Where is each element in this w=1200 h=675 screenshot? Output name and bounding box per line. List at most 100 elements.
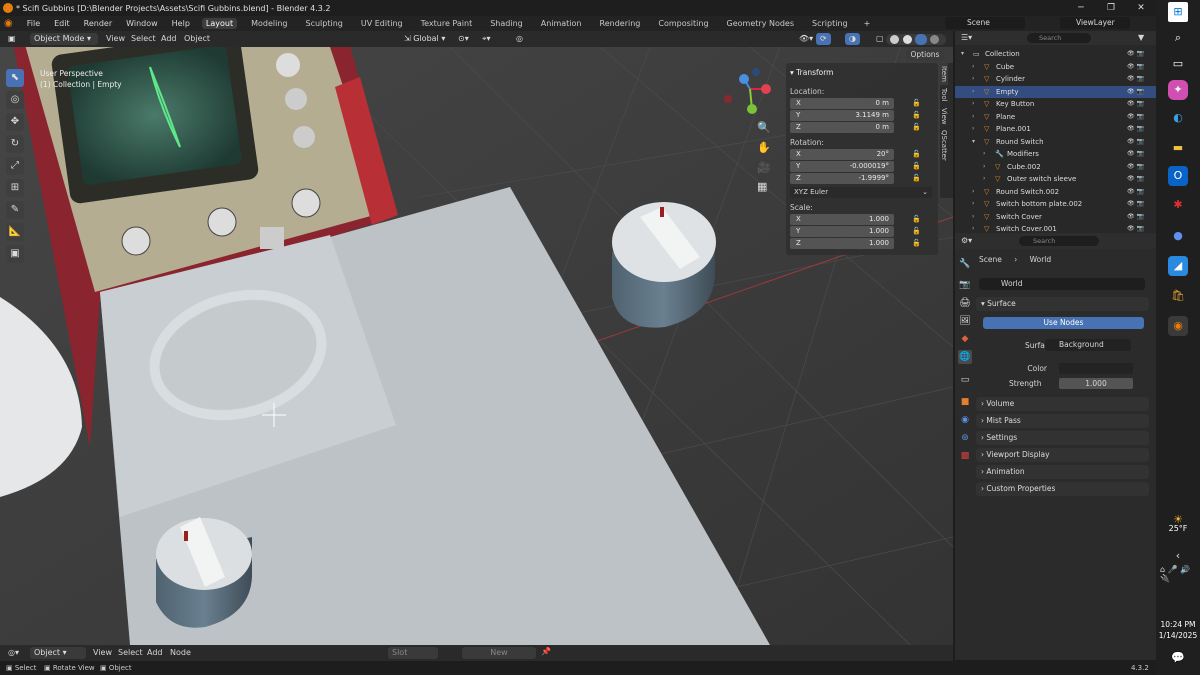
- outliner-editor-icon[interactable]: ☰▾: [961, 33, 972, 42]
- scale-x-field[interactable]: X 1.000: [790, 214, 894, 225]
- visibility-toggle-icon[interactable]: 👁 📷: [1127, 211, 1144, 223]
- expand-arrow-icon[interactable]: ›: [983, 173, 985, 185]
- app-icon[interactable]: ✱: [1168, 195, 1188, 215]
- expand-arrow-icon[interactable]: ›: [972, 186, 974, 198]
- tab-tool[interactable]: Tool: [940, 85, 948, 105]
- scene-tab-icon[interactable]: ◆: [958, 332, 972, 346]
- collection-tab-icon[interactable]: ▭: [958, 373, 972, 387]
- menu-add[interactable]: Add: [147, 648, 163, 657]
- expand-arrow-icon[interactable]: ›: [972, 211, 974, 223]
- lock-icon[interactable]: 🔓: [912, 162, 921, 170]
- expand-arrow-icon[interactable]: ›: [972, 86, 974, 98]
- outliner-row[interactable]: ▾ ▽ Round Switch 👁 📷: [955, 136, 1156, 148]
- expand-arrow-icon[interactable]: ▾: [972, 136, 975, 148]
- gizmo-toggle-icon[interactable]: ⟳: [816, 33, 831, 45]
- expand-arrow-icon[interactable]: ▾: [961, 48, 964, 60]
- use-nodes-button[interactable]: Use Nodes: [983, 317, 1144, 329]
- visibility-toggle-icon[interactable]: 👁 📷: [1127, 98, 1144, 110]
- outliner-row[interactable]: › ▽ Cube.002 👁 📷: [955, 161, 1156, 173]
- lock-icon[interactable]: 🔓: [912, 99, 921, 107]
- edge-icon[interactable]: ◐: [1168, 108, 1188, 128]
- menu-help[interactable]: Help: [170, 19, 192, 28]
- outliner-row[interactable]: › 🔧 Modifiers 👁 📷: [955, 148, 1156, 160]
- tab-sculpting[interactable]: Sculpting: [302, 18, 347, 29]
- rotation-mode-dropdown[interactable]: XYZ Euler ⌄: [790, 187, 932, 198]
- add-cube-tool-icon[interactable]: ▣: [6, 245, 24, 263]
- expand-arrow-icon[interactable]: ›: [972, 123, 974, 135]
- expand-arrow-icon[interactable]: ›: [983, 148, 985, 160]
- copilot-icon[interactable]: ✦: [1168, 80, 1188, 100]
- cursor-tool-icon[interactable]: ◎: [6, 91, 24, 109]
- editor-type-icon[interactable]: ◎▾: [4, 647, 23, 659]
- outlook-icon[interactable]: O: [1168, 166, 1188, 186]
- add-workspace-button[interactable]: +: [862, 19, 873, 28]
- visibility-toggle-icon[interactable]: 👁 📷: [1127, 61, 1144, 73]
- surface-section-header[interactable]: ▾ Surface: [976, 297, 1149, 311]
- pan-hand-icon[interactable]: ✋: [757, 141, 771, 154]
- transform-tool-icon[interactable]: ⊞: [6, 179, 24, 197]
- lock-icon[interactable]: 🔓: [912, 215, 921, 223]
- properties-section-header[interactable]: › Custom Properties: [976, 482, 1149, 496]
- scene-selector[interactable]: Scene: [945, 17, 1025, 29]
- snap-icon[interactable]: ⌖▾: [478, 33, 495, 45]
- outliner-row[interactable]: › ▽ Empty 👁 📷: [955, 85, 1156, 98]
- chrome-icon[interactable]: ●: [1168, 226, 1188, 246]
- ortho-toggle-icon[interactable]: ▦: [757, 180, 767, 193]
- overlay-toggle-icon[interactable]: ◑: [845, 33, 860, 45]
- lock-icon[interactable]: 🔓: [912, 111, 921, 119]
- visibility-toggle-icon[interactable]: 👁 📷: [1127, 173, 1144, 185]
- select-tool-icon[interactable]: ⬉: [6, 69, 24, 87]
- expand-arrow-icon[interactable]: ›: [972, 111, 974, 123]
- menu-edit[interactable]: Edit: [52, 19, 72, 28]
- minimize-button[interactable]: ─: [1066, 0, 1096, 16]
- store-icon[interactable]: 🛍: [1168, 286, 1188, 306]
- expand-arrow-icon[interactable]: ›: [972, 98, 974, 110]
- shading-mode-buttons[interactable]: [886, 34, 946, 45]
- tab-modeling[interactable]: Modeling: [247, 18, 291, 29]
- transform-panel-header[interactable]: ▾ Transform: [790, 68, 833, 77]
- clock-time[interactable]: 10:24 PM: [1156, 620, 1200, 629]
- outliner-row[interactable]: › ▽ Switch bottom plate.002 👁 📷: [955, 198, 1156, 210]
- chevron-left-icon[interactable]: ‹: [1168, 546, 1188, 566]
- object-mode-dropdown[interactable]: Object ▾: [30, 647, 86, 659]
- maximize-button[interactable]: ❐: [1096, 0, 1126, 16]
- tab-scripting[interactable]: Scripting: [808, 18, 852, 29]
- outliner-row[interactable]: › ▽ Plane 👁 📷: [955, 111, 1156, 123]
- windows-start-icon[interactable]: ⊞: [1168, 2, 1188, 22]
- outliner-row[interactable]: › ▽ Cylinder 👁 📷: [955, 73, 1156, 85]
- blender-menu-icon[interactable]: ◉: [2, 18, 15, 29]
- lock-icon[interactable]: 🔓: [912, 227, 921, 235]
- tab-shading[interactable]: Shading: [486, 18, 527, 29]
- location-z-field[interactable]: Z0 m: [790, 122, 894, 133]
- visibility-toggle-icon[interactable]: 👁 📷: [1127, 161, 1144, 173]
- proportional-edit-icon[interactable]: ◎: [512, 33, 527, 45]
- options-button[interactable]: Options: [906, 49, 944, 61]
- visibility-toggle-icon[interactable]: 👁 📷: [1127, 148, 1144, 160]
- menu-add[interactable]: Add: [161, 34, 177, 43]
- render-tab-icon[interactable]: 📷: [958, 278, 972, 292]
- lock-icon[interactable]: 🔓: [912, 174, 921, 182]
- visibility-toggle-icon[interactable]: 👁 📷: [1127, 123, 1144, 135]
- menu-node[interactable]: Node: [170, 648, 191, 657]
- rotation-x-field[interactable]: X 20°: [790, 149, 894, 160]
- zoom-icon[interactable]: 🔍: [757, 121, 771, 134]
- properties-editor-icon[interactable]: ⚙▾: [961, 236, 972, 245]
- measure-tool-icon[interactable]: 📐: [6, 223, 24, 241]
- tab-layout[interactable]: Layout: [201, 18, 238, 29]
- outliner-row[interactable]: ▾ ▭ Collection 👁 📷: [955, 48, 1156, 60]
- physics-tab-icon[interactable]: ◉: [958, 413, 972, 427]
- surface-shader-selector[interactable]: Background: [1045, 339, 1131, 351]
- output-tab-icon[interactable]: 🖨: [958, 296, 972, 310]
- world-tab-icon[interactable]: 🌐: [958, 350, 972, 364]
- tab-item[interactable]: Item: [940, 63, 948, 85]
- visibility-toggle-icon[interactable]: 👁 📷: [1127, 136, 1144, 148]
- texture-tab-icon[interactable]: ▩: [958, 449, 972, 463]
- lock-icon[interactable]: 🔓: [912, 123, 921, 131]
- clock-date[interactable]: 1/14/2025: [1156, 631, 1200, 640]
- properties-search-input[interactable]: Search: [1019, 236, 1099, 246]
- close-button[interactable]: ✕: [1126, 0, 1156, 16]
- filter-icon[interactable]: ▼: [1138, 33, 1144, 42]
- pivot-icon[interactable]: ⊙▾: [454, 33, 473, 45]
- blender-taskbar-icon[interactable]: ◉: [1168, 316, 1188, 336]
- camera-view-icon[interactable]: 🎥: [757, 161, 771, 174]
